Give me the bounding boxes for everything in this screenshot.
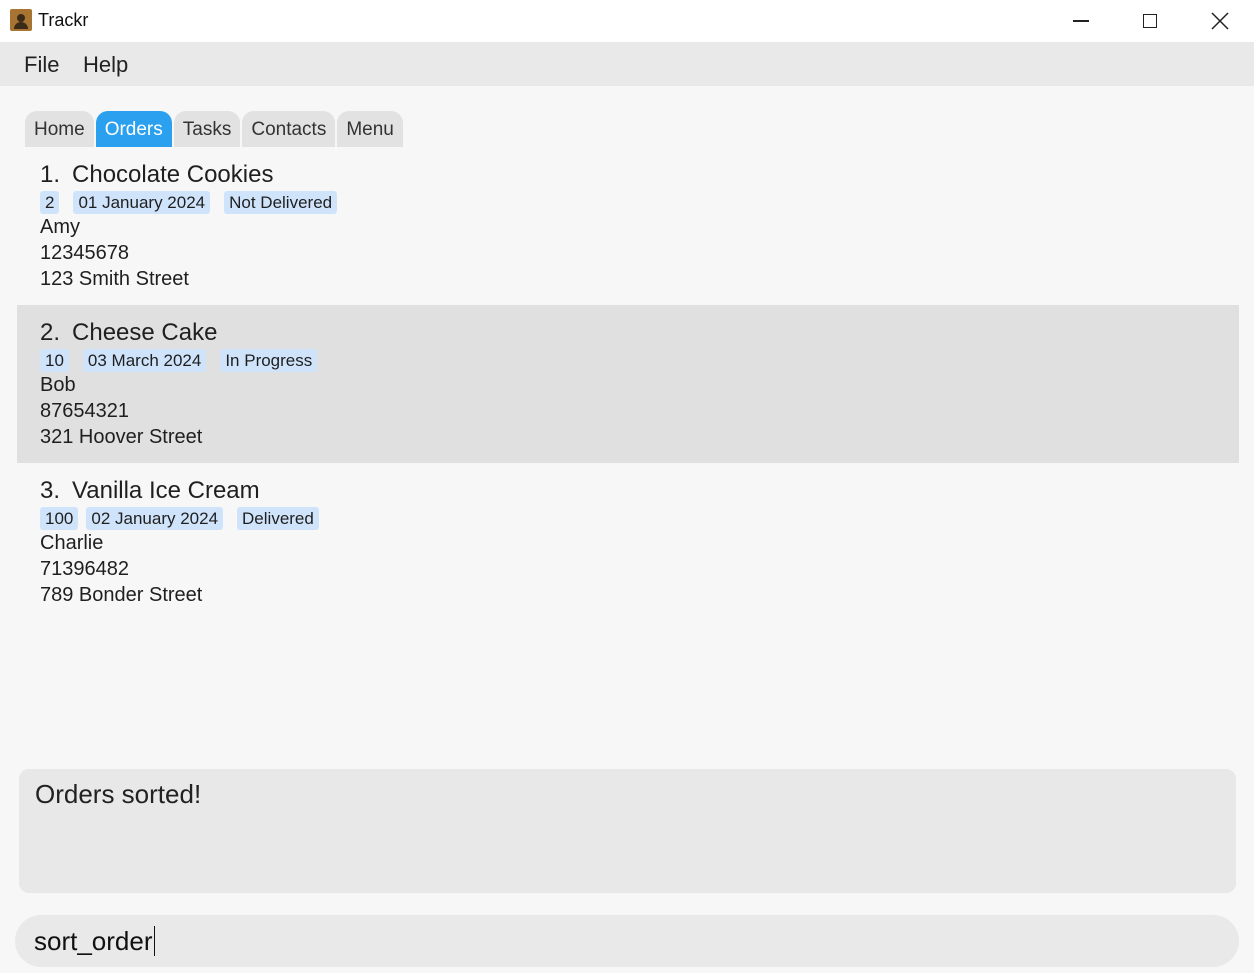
customer-name: Charlie — [40, 532, 104, 554]
tab-home[interactable]: Home — [25, 111, 94, 147]
menu-help[interactable]: Help — [83, 52, 128, 78]
close-button[interactable] — [1197, 0, 1243, 42]
quantity-badge: 10 — [40, 349, 69, 372]
quantity-badge: 100 — [40, 507, 79, 530]
title-bar: Trackr — [0, 0, 1254, 42]
minimize-button[interactable] — [1058, 0, 1104, 42]
customer-name: Amy — [40, 216, 80, 238]
customer-name: Bob — [40, 374, 76, 396]
tab-orders[interactable]: Orders — [95, 111, 172, 147]
order-name: Cheese Cake — [72, 319, 218, 346]
order-index: 3. — [40, 477, 61, 504]
order-index: 2. — [40, 319, 61, 346]
customer-phone: 87654321 — [40, 400, 129, 422]
order-name: Chocolate Cookies — [72, 161, 274, 188]
customer-address: 123 Smith Street — [40, 268, 189, 290]
order-list[interactable]: 1. Chocolate Cookies 2 01 January 2024 No… — [17, 147, 1239, 739]
close-icon — [1211, 12, 1229, 30]
date-badge: 01 January 2024 — [73, 191, 211, 214]
maximize-icon — [1143, 14, 1157, 28]
tab-tasks[interactable]: Tasks — [173, 111, 241, 147]
text-cursor — [153, 926, 155, 956]
tab-contacts[interactable]: Contacts — [242, 111, 336, 147]
result-display: Orders sorted! — [19, 769, 1236, 893]
command-value: sort_order — [34, 926, 153, 956]
order-card[interactable]: 3. Vanilla Ice Cream 100 02 January 2024 … — [17, 463, 1239, 621]
command-text: sort_order — [34, 926, 155, 957]
order-tags: 100 02 January 2024 Delivered — [40, 507, 333, 530]
maximize-button[interactable] — [1127, 0, 1173, 42]
customer-phone: 71396482 — [40, 558, 129, 580]
order-title: 2. Cheese Cake — [40, 319, 217, 347]
date-badge: 03 March 2024 — [82, 349, 207, 372]
tab-menu[interactable]: Menu — [337, 111, 403, 147]
menu-bar: File Help — [0, 42, 1254, 86]
order-name: Vanilla Ice Cream — [72, 477, 260, 504]
order-tags: 10 03 March 2024 In Progress — [40, 349, 331, 372]
status-badge: Delivered — [237, 507, 319, 530]
menu-file[interactable]: File — [24, 52, 59, 78]
customer-address: 321 Hoover Street — [40, 426, 203, 448]
quantity-badge: 2 — [40, 191, 60, 214]
command-input[interactable]: sort_order — [15, 915, 1239, 967]
order-title: 3. Vanilla Ice Cream — [40, 477, 260, 505]
window-title: Trackr — [38, 10, 89, 30]
date-badge: 02 January 2024 — [86, 507, 224, 530]
order-index: 1. — [40, 161, 61, 188]
status-badge: Not Delivered — [224, 191, 338, 214]
app-logo-icon — [10, 9, 32, 31]
order-card[interactable]: 2. Cheese Cake 10 03 March 2024 In Progre… — [17, 305, 1239, 463]
order-tags: 2 01 January 2024 Not Delivered — [40, 191, 351, 214]
customer-phone: 12345678 — [40, 242, 129, 264]
minimize-icon — [1073, 20, 1089, 22]
tab-bar: Home Orders Tasks Contacts Menu — [25, 111, 405, 147]
customer-address: 789 Bonder Street — [40, 584, 203, 606]
order-card[interactable]: 1. Chocolate Cookies 2 01 January 2024 No… — [17, 147, 1239, 305]
order-title: 1. Chocolate Cookies — [40, 161, 273, 189]
result-message: Orders sorted! — [35, 779, 202, 809]
status-badge: In Progress — [220, 349, 318, 372]
